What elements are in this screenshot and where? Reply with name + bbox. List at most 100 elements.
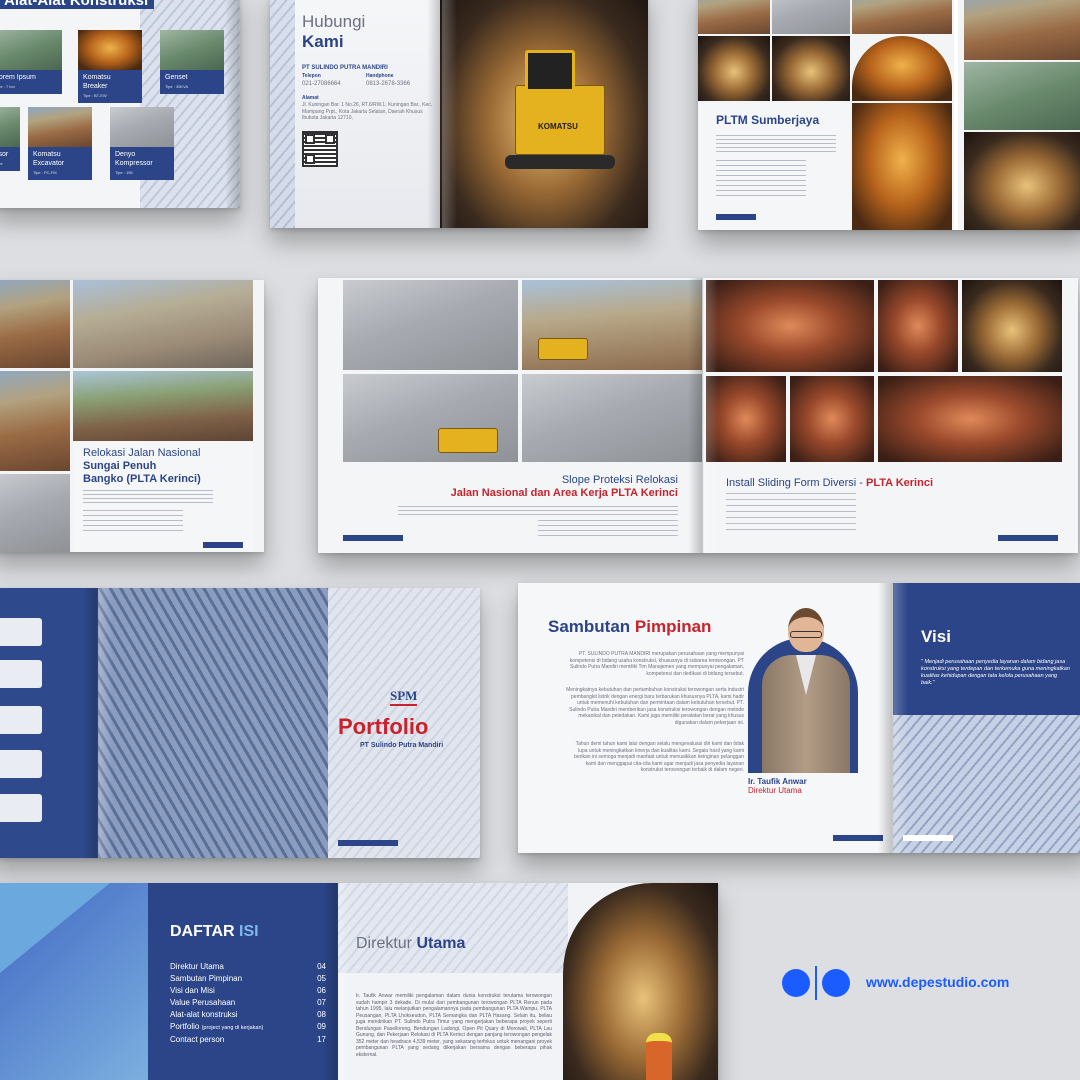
equipment-photo-5: [28, 107, 92, 147]
equipment-photo-1: [0, 30, 62, 70]
excavator-body: [515, 85, 605, 155]
worker-figure: [646, 1033, 672, 1080]
pltm-spec-lines: [716, 160, 806, 200]
road-photo-4: [73, 371, 253, 441]
relokasi-title-3: Bangko (PLTA Kerinci): [83, 473, 201, 485]
equipment-sub: Tipe : 7 ton: [0, 84, 15, 89]
slope-spec-lines: [538, 520, 678, 540]
brand-url[interactable]: www.depestudio.com: [866, 974, 1009, 990]
direktur-title-1: Direktur: [356, 935, 413, 952]
sliding-photo-6: [878, 376, 1062, 462]
callout-box-1: [0, 618, 42, 646]
slope-photo-1: [343, 280, 518, 370]
contact-title-1: Hubungi: [302, 12, 366, 31]
site-photo-1: [698, 0, 770, 34]
equipment-sub: Tipe : 35KVA: [165, 84, 189, 89]
site-photo-2: [772, 0, 850, 34]
sliding-photo-4: [706, 376, 786, 462]
sliding-photo-3: [962, 280, 1062, 372]
toc-item[interactable]: Value Perusahaan 07: [170, 997, 326, 1009]
direktur-text: Ir. Taufik Anwar memiliki pengalaman dal…: [356, 993, 552, 1058]
visi-footer-bar: [903, 835, 953, 841]
toc-page: 05: [317, 974, 326, 983]
sliding-photo-1: [706, 280, 874, 372]
visi-text: " Menjadi perusahaan penyedia layanan da…: [921, 659, 1070, 686]
road-photo-2: [73, 280, 253, 368]
spread-pltm-sumberjaya: PLTM Sumberjaya: [698, 0, 1080, 230]
slope-footer-bar: [343, 535, 403, 541]
direktur-title: Direktur Utama: [356, 935, 465, 953]
road-photo-5: [0, 474, 70, 552]
excavator-track: [505, 155, 615, 169]
daftar-page: DAFTAR ISI Direktur Utama 04 Sambutan Pim…: [148, 883, 338, 1080]
callout-box-3: [0, 706, 42, 734]
drill-rig-1: [438, 428, 498, 453]
slope-body-lines: [398, 506, 678, 518]
toc-label-group: Portfolio (project yang di kerjakan): [170, 1021, 263, 1034]
contact-title-2: Kami: [302, 32, 344, 51]
portfolio-left-page: [0, 588, 98, 858]
daftar-title-2: ISI: [239, 923, 259, 940]
brand-circle-right-icon: [822, 969, 850, 997]
site-photo-7: [954, 0, 958, 230]
relokasi-footer-bar: [203, 542, 243, 548]
toc-item[interactable]: Sambutan Pimpinan 05: [170, 973, 326, 985]
toc-label: Alat-alat konstruksi: [170, 1010, 238, 1019]
contact-bg-structure: [270, 0, 295, 228]
toc-label: Portfolio: [170, 1022, 200, 1031]
slope-photo-4: [522, 374, 702, 462]
daftar-left-page: [0, 883, 148, 1080]
site-photo-8: [964, 0, 1080, 60]
equipment-sub: Tipe : BT-EW: [83, 93, 107, 98]
handphone-value: 0813-2678-3366: [366, 81, 411, 87]
portfolio-subtitle: PT Sulindo Putra Mandiri: [360, 742, 444, 749]
site-photo-10: [964, 132, 1080, 230]
sambutan-title-2: Pimpinan: [634, 617, 712, 636]
sliding-footer-bar: [998, 535, 1058, 541]
equipment-sub: Tipe: [0, 161, 3, 166]
site-photo-4: [772, 36, 850, 101]
equipment-sub: Tipe : 195: [115, 170, 133, 175]
alamat-value: Jl. Kuningan Bar. 1 No.26, RT.6/RW.1, Ku…: [302, 102, 433, 121]
pltm-title: PLTM Sumberjaya: [716, 113, 820, 127]
pltm-footer-bar: [716, 214, 756, 220]
slope-title-2: Jalan Nasional dan Area Kerja PLTA Kerin…: [450, 487, 678, 499]
daftar-title-1: DAFTAR: [170, 923, 235, 940]
toc-list: Direktur Utama 04 Sambutan Pimpinan 05 Vis…: [170, 961, 326, 1046]
toc-item[interactable]: Alat-alat konstruksi 08: [170, 1009, 326, 1021]
spread-alat-konstruksi: Alat-Alat Konstruksi Lorem Ipsum Tipe : 7…: [0, 0, 240, 208]
visi-structure-photo: [893, 715, 1080, 853]
equipment-caption-6: Denyo Kompressor Tipe : 195: [110, 147, 174, 180]
relokasi-spec-lines: [83, 510, 183, 534]
toc-page: 17: [317, 1035, 326, 1044]
spread-relokasi: Relokasi Jalan Nasional Sungai Penuh Ban…: [0, 280, 264, 552]
brand-divider: [815, 966, 817, 1000]
toc-item[interactable]: Portfolio (project yang di kerjakan) 09: [170, 1021, 326, 1034]
equipment-caption-1: Lorem Ipsum Tipe : 7 ton: [0, 70, 62, 94]
portfolio-title: Portfolio: [338, 714, 429, 739]
site-photo-3: [698, 36, 770, 101]
equipment-label: Komatsu Breaker: [83, 74, 111, 90]
sliding-title-2: PLTA Kerinci: [865, 477, 934, 489]
pltm-body-lines: [716, 135, 836, 155]
brand-circle-left-icon: [782, 969, 810, 997]
equipment-photo-3: [160, 30, 224, 70]
sambutan-footer-bar: [833, 835, 883, 841]
person-name: Ir. Taufik Anwar: [748, 777, 807, 786]
equipment-label: ssor: [0, 151, 9, 158]
sambutan-paragraph-3: Tahun demi tahun kami lalui dengan selal…: [574, 741, 744, 773]
toc-page: 09: [317, 1022, 326, 1031]
direktur-tunnel-photo: [563, 883, 718, 1080]
equipment-photo-4: [0, 107, 20, 147]
toc-item[interactable]: Contact person 17: [170, 1034, 326, 1046]
equipment-label: Genset: [165, 74, 188, 81]
toc-page: 04: [317, 962, 326, 971]
portrait-head: [788, 608, 824, 652]
drill-rig-2: [538, 338, 588, 360]
toc-label: Sambutan Pimpinan: [170, 974, 243, 983]
visi-page: Visi " Menjadi perusahaan penyedia layan…: [893, 583, 1080, 853]
toc-item[interactable]: Direktur Utama 04: [170, 961, 326, 973]
toc-item[interactable]: Visi dan Misi 06: [170, 985, 326, 997]
portfolio-steel-photo: [98, 588, 328, 858]
sambutan-page: Sambutan Pimpinan PT. SULINDO PUTRA MAND…: [518, 583, 893, 853]
